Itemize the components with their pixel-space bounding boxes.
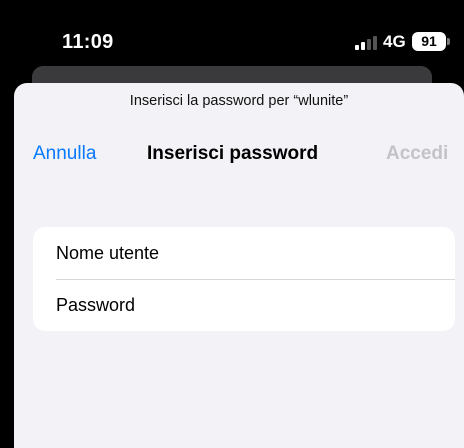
cancel-button[interactable]: Annulla [33,143,96,165]
login-button[interactable]: Accedi [386,143,448,165]
credentials-form [33,227,455,331]
username-input[interactable] [56,227,436,279]
password-sheet: Inserisci la password per “wlunite” Annu… [14,83,464,448]
network-type: 4G [383,32,406,51]
status-time: 11:09 [62,31,114,53]
username-row [33,227,455,280]
sheet-title: Inserisci password [147,143,319,164]
battery-icon: 91 [412,32,446,51]
sheet-prompt: Inserisci la password per “wlunite” [129,93,349,109]
sheet-nav-bar: Annulla Inserisci password Accedi [14,143,464,167]
password-input[interactable] [56,279,436,331]
signal-strength-icon [355,36,379,50]
password-row [33,279,455,331]
battery-cap [447,38,450,45]
battery-level: 91 [421,33,437,49]
status-bar: 11:09 4G 91 [0,0,464,70]
